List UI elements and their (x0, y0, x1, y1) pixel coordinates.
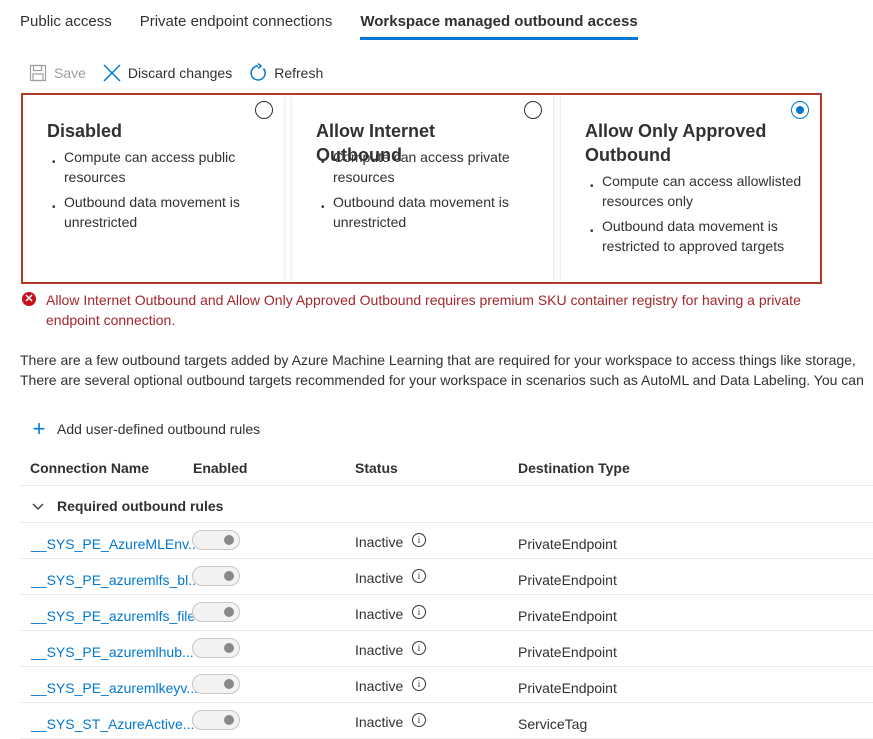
mode-title: Disabled (47, 121, 123, 141)
mode-card-allow-internet-outbound[interactable]: Allow Internet Outbound Compute can acce… (292, 95, 553, 282)
error-icon: ✕ (22, 292, 36, 306)
enabled-toggle[interactable] (192, 674, 240, 694)
enabled-toggle[interactable] (192, 566, 240, 586)
info-line: There are several optional outbound targ… (20, 372, 864, 388)
refresh-button[interactable]: Refresh (248, 63, 323, 83)
table-row: __SYS_ST_AzureActive... Inactive i Servi… (20, 703, 873, 739)
mode-bullet: Outbound data movement is unrestricted (47, 192, 268, 232)
status-text: Inactive (355, 570, 404, 586)
table-header: Connection Name Enabled Status Destinati… (20, 451, 873, 486)
table-row: __SYS_PE_azuremlhub... Inactive i Privat… (20, 631, 873, 667)
group-header-required-outbound-rules: Required outbound rules (20, 486, 873, 523)
mode-bullet: Compute can access allowlisted resources… (585, 171, 804, 211)
save-label: Save (54, 65, 86, 81)
table-row: __SYS_PE_AzureMLEnv... Inactive i Privat… (20, 523, 873, 559)
info-icon[interactable]: i (412, 533, 426, 547)
destination-type: PrivateEndpoint (518, 680, 617, 696)
mode-bullet: Outbound data movement is restricted to … (585, 216, 804, 256)
error-message: Allow Internet Outbound and Allow Only A… (46, 292, 801, 328)
destination-type: PrivateEndpoint (518, 644, 617, 660)
info-line: There are a few outbound targets added b… (20, 352, 856, 368)
destination-type: ServiceTag (518, 716, 588, 732)
info-icon[interactable]: i (412, 605, 426, 619)
discard-changes-label: Discard changes (127, 65, 233, 81)
connection-name-link[interactable]: __SYS_ST_AzureActive... (31, 716, 194, 732)
column-header-enabled[interactable]: Enabled (193, 460, 247, 476)
enabled-toggle[interactable] (192, 638, 240, 658)
close-icon (102, 63, 122, 83)
column-header-destination-type[interactable]: Destination Type (518, 460, 630, 476)
mode-bullets: Compute can access allowlisted resources… (585, 171, 804, 261)
status-text: Inactive (355, 678, 404, 694)
add-user-defined-outbound-rules-button[interactable]: + Add user-defined outbound rules (30, 416, 261, 441)
status-text: Inactive (355, 534, 404, 550)
connection-name-link[interactable]: __SYS_PE_azuremlhub... (31, 644, 194, 660)
mode-title: Allow Only Approved Outbound (585, 121, 767, 165)
connection-name-link[interactable]: __SYS_PE_azuremlkeyv... (31, 680, 198, 696)
group-title: Required outbound rules (57, 498, 224, 514)
add-rule-label: Add user-defined outbound rules (57, 421, 261, 437)
save-icon (28, 63, 48, 83)
save-button[interactable]: Save (28, 63, 86, 83)
mode-bullets: Compute can access private resources Out… (316, 147, 537, 237)
status-text: Inactive (355, 714, 404, 730)
mode-radio-disabled[interactable] (255, 101, 273, 119)
mode-bullets: Compute can access public resources Outb… (47, 147, 268, 237)
plus-icon: + (32, 416, 46, 441)
tab-public-access[interactable]: Public access (20, 0, 112, 40)
mode-card-disabled[interactable]: Disabled Compute can access public resou… (23, 95, 284, 282)
destination-type: PrivateEndpoint (518, 536, 617, 552)
enabled-toggle[interactable] (192, 710, 240, 730)
column-header-connection-name[interactable]: Connection Name (30, 460, 149, 476)
mode-radio-allow-only-approved-outbound[interactable] (791, 101, 809, 119)
status-text: Inactive (355, 606, 404, 622)
enabled-toggle[interactable] (192, 602, 240, 622)
mode-card-allow-only-approved-outbound[interactable]: Allow Only Approved Outbound Compute can… (561, 95, 820, 282)
info-icon[interactable]: i (412, 641, 426, 655)
connection-name-link[interactable]: __SYS_PE_azuremlfs_file (31, 608, 195, 624)
tab-bar: Public access Private endpoint connectio… (20, 0, 666, 40)
enabled-toggle[interactable] (192, 530, 240, 550)
tab-workspace-managed-outbound-access[interactable]: Workspace managed outbound access (360, 0, 638, 40)
outbound-mode-selector: Disabled Compute can access public resou… (21, 93, 822, 284)
refresh-icon (248, 63, 268, 83)
connection-name-link[interactable]: __SYS_PE_azuremlfs_bl... (31, 572, 200, 588)
table-row: __SYS_PE_azuremlfs_file Inactive i Priva… (20, 595, 873, 631)
mode-bullet: Outbound data movement is unrestricted (316, 192, 537, 232)
mode-bullet: Compute can access private resources (316, 147, 537, 187)
destination-type: PrivateEndpoint (518, 572, 617, 588)
column-header-status[interactable]: Status (355, 460, 398, 476)
status-text: Inactive (355, 642, 404, 658)
mode-bullet: Compute can access public resources (47, 147, 268, 187)
destination-type: PrivateEndpoint (518, 608, 617, 624)
info-icon[interactable]: i (412, 713, 426, 727)
mode-radio-allow-internet-outbound[interactable] (524, 101, 542, 119)
outbound-rules-table: Connection Name Enabled Status Destinati… (20, 451, 873, 739)
outbound-info-text: There are a few outbound targets added b… (20, 350, 873, 390)
discard-changes-button[interactable]: Discard changes (102, 63, 232, 83)
chevron-down-icon[interactable] (32, 498, 44, 514)
validation-error: ✕ Allow Internet Outbound and Allow Only… (22, 290, 842, 330)
table-row: __SYS_PE_azuremlfs_bl... Inactive i Priv… (20, 559, 873, 595)
refresh-label: Refresh (274, 65, 324, 81)
table-row: __SYS_PE_azuremlkeyv... Inactive i Priva… (20, 667, 873, 703)
command-bar: Save Discard changes Refresh (28, 61, 339, 85)
tab-private-endpoint-connections[interactable]: Private endpoint connections (140, 0, 333, 40)
info-icon[interactable]: i (412, 569, 426, 583)
info-icon[interactable]: i (412, 677, 426, 691)
connection-name-link[interactable]: __SYS_PE_AzureMLEnv... (31, 536, 200, 552)
